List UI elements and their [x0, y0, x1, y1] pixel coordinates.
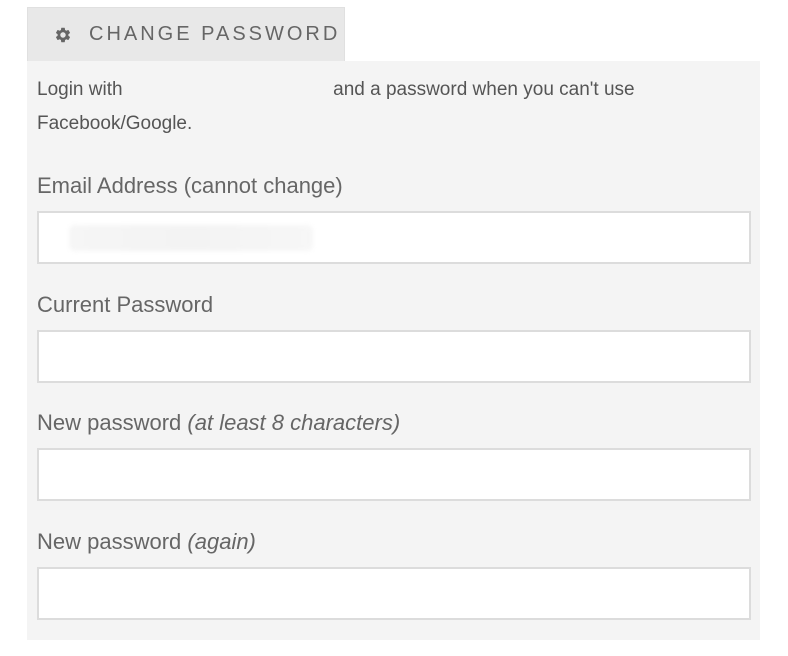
confirm-password-label: New password (again)	[37, 529, 256, 554]
intro-line2: Facebook/Google.	[37, 113, 193, 134]
confirm-password-hint: (again)	[187, 529, 256, 554]
intro-line1-start: Login with	[37, 79, 123, 100]
current-password-group: Current Password	[37, 290, 751, 383]
intro-text: Login with and a password when you can't…	[37, 73, 737, 141]
current-password-label: Current Password	[37, 292, 214, 317]
tab-change-password[interactable]: CHANGE PASSWORD	[27, 7, 345, 61]
new-password-field[interactable]	[37, 448, 751, 501]
change-password-panel: Login with and a password when you can't…	[27, 61, 760, 640]
current-password-field[interactable]	[37, 330, 751, 383]
new-password-group: New password (at least 8 characters)	[37, 408, 751, 501]
redacted-email	[127, 79, 328, 100]
gear-icon	[54, 26, 72, 44]
email-field-group: Email Address (cannot change)	[37, 171, 751, 264]
redacted-email-value	[69, 225, 313, 251]
email-field[interactable]	[37, 211, 751, 264]
new-password-hint: (at least 8 characters)	[187, 410, 401, 435]
intro-line1-end: and a password when you can't use	[333, 79, 635, 100]
tab-label: CHANGE PASSWORD	[89, 23, 341, 45]
new-password-label: New password (at least 8 characters)	[37, 410, 401, 435]
confirm-password-field[interactable]	[37, 567, 751, 620]
confirm-password-group: New password (again)	[37, 527, 751, 620]
email-label: Email Address (cannot change)	[37, 173, 343, 198]
